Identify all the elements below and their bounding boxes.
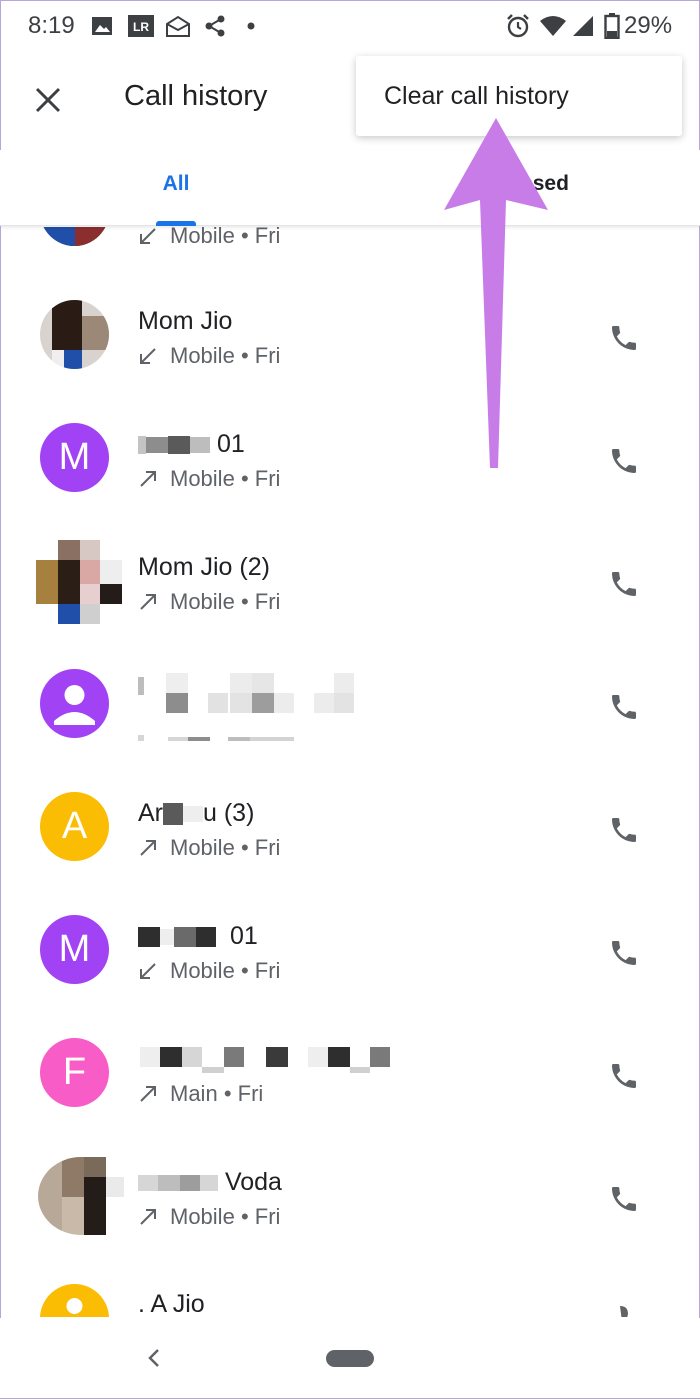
- image-icon: [90, 12, 114, 40]
- call-meta: Mobile • Fri: [138, 958, 280, 984]
- contact-name: 01: [138, 922, 258, 951]
- redacted-text: [174, 927, 196, 948]
- call-row[interactable]: Mom Jio (2) Mobile • Fri: [0, 536, 700, 659]
- phone-icon[interactable]: [604, 441, 644, 481]
- status-bar: 8:19 LR 29%: [0, 0, 700, 52]
- call-row[interactable]: [0, 659, 700, 782]
- call-meta: Mobile • Fri: [138, 343, 280, 369]
- person-icon: [66, 1298, 83, 1314]
- redacted-text: [138, 927, 160, 948]
- annotation-arrow-icon: [444, 118, 548, 468]
- call-list: Mobile • Fri Mom Jio Mobile • Fri M 01 M…: [0, 227, 700, 1317]
- lightroom-icon: LR: [126, 12, 156, 40]
- incoming-call-icon: [140, 963, 156, 979]
- phone-icon[interactable]: [604, 1056, 644, 1096]
- phone-icon[interactable]: [604, 318, 644, 358]
- close-icon: [35, 87, 61, 113]
- contact-name: Voda: [138, 1168, 282, 1197]
- status-time: 8:19: [28, 12, 75, 39]
- mail-icon: [164, 12, 192, 40]
- home-pill[interactable]: [326, 1350, 374, 1367]
- call-row[interactable]: M 01 Mobile • Fri: [0, 413, 700, 536]
- contact-name: Ar u (3): [138, 799, 255, 827]
- phone-icon[interactable]: [604, 687, 644, 727]
- call-meta: Mobile • Fri: [138, 589, 280, 615]
- call-row[interactable]: Mom Jio Mobile • Fri: [0, 290, 700, 413]
- letter-avatar: [40, 1284, 109, 1317]
- tab-bar: All ssed: [0, 150, 700, 226]
- incoming-call-icon: [140, 228, 156, 244]
- person-avatar: [40, 669, 109, 738]
- outgoing-call-icon: [140, 471, 156, 487]
- person-icon: [54, 685, 95, 725]
- contact-name: Mom Jio (2): [138, 553, 270, 581]
- call-meta: Mobile • Fri: [138, 227, 280, 249]
- contact-photo-avatar: [38, 1157, 124, 1235]
- tab-all[interactable]: All: [140, 172, 212, 196]
- redacted-text: [146, 437, 168, 454]
- redacted-name: [138, 673, 368, 760]
- contact-name: . A Jio: [138, 1290, 205, 1317]
- outgoing-call-icon: [140, 1209, 156, 1225]
- call-meta: Mobile • Fri: [138, 1204, 280, 1230]
- outgoing-call-icon: [140, 1086, 156, 1102]
- phone-icon[interactable]: [604, 810, 644, 850]
- call-meta: Main • Fri: [138, 1081, 263, 1107]
- battery-percent: 29%: [624, 12, 673, 39]
- alarm-icon: [504, 12, 532, 40]
- redacted-text: [168, 436, 190, 455]
- call-row[interactable]: . A Jio: [0, 1274, 700, 1317]
- redacted-block: [138, 673, 354, 741]
- incoming-call-icon: [140, 348, 156, 364]
- redacted-text: [216, 929, 230, 946]
- redacted-text: [190, 437, 210, 454]
- redacted-text: [138, 436, 146, 455]
- redacted-text: [183, 806, 203, 823]
- contact-photo-avatar: [40, 227, 109, 246]
- contact-photo-avatar: [36, 540, 122, 624]
- share-icon: [202, 12, 228, 40]
- call-row[interactable]: Mobile • Fri: [0, 227, 700, 290]
- letter-avatar: M: [40, 423, 109, 492]
- redacted-text: [163, 803, 183, 826]
- signal-icon: [570, 12, 596, 40]
- call-row[interactable]: A Ar u (3) Mobile • Fri: [0, 782, 700, 905]
- outgoing-call-icon: [140, 840, 156, 856]
- phone-icon[interactable]: [604, 564, 644, 604]
- contact-name: 01: [138, 430, 245, 459]
- phone-icon[interactable]: [604, 1179, 644, 1219]
- redacted-text: [180, 1175, 200, 1192]
- navigation-bar: [0, 1318, 700, 1398]
- call-meta: Mobile • Fri: [138, 466, 280, 492]
- tab-indicator: [156, 221, 196, 226]
- close-button[interactable]: [28, 80, 68, 120]
- dot-icon: [244, 12, 258, 40]
- redacted-text: [158, 1175, 180, 1192]
- clear-call-history-item[interactable]: Clear call history: [384, 82, 569, 111]
- contact-photo-avatar: [40, 300, 109, 369]
- call-row[interactable]: F Main • Fri: [0, 1028, 700, 1151]
- phone-icon[interactable]: [604, 1294, 644, 1317]
- redacted-block: [140, 1047, 390, 1073]
- call-meta: Mobile • Fri: [138, 835, 280, 861]
- redacted-text: [160, 929, 174, 946]
- call-row[interactable]: Voda Mobile • Fri: [0, 1151, 700, 1274]
- phone-icon[interactable]: [604, 933, 644, 973]
- letter-avatar: A: [40, 792, 109, 861]
- contact-name: Mom Jio: [138, 307, 233, 335]
- lightroom-label: LR: [133, 20, 149, 34]
- call-row[interactable]: M 01 Mobile • Fri: [0, 905, 700, 1028]
- back-chevron-icon[interactable]: [140, 1344, 168, 1372]
- redacted-text: [138, 1175, 158, 1192]
- wifi-icon: [538, 12, 568, 40]
- redacted-text: [200, 1175, 218, 1192]
- letter-avatar: M: [40, 915, 109, 984]
- redacted-name: [138, 1045, 398, 1082]
- outgoing-call-icon: [140, 594, 156, 610]
- redacted-text: [196, 927, 216, 948]
- battery-icon: [602, 12, 622, 40]
- letter-avatar: F: [40, 1038, 109, 1107]
- page-title: Call history: [124, 80, 268, 112]
